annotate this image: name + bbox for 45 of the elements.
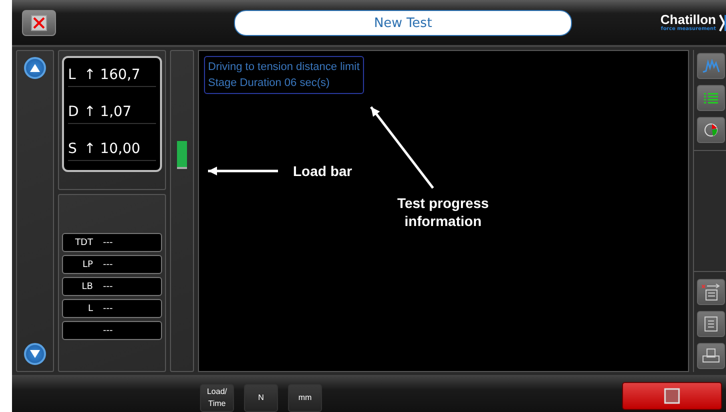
scroll-down-button[interactable] — [24, 343, 46, 365]
result-value: --- — [103, 260, 113, 270]
result-label: TDT — [74, 238, 93, 248]
down-icon — [30, 350, 40, 358]
progress-info-text: Stage Duration 06 sec(s) — [208, 76, 331, 91]
result-label: LP — [82, 260, 93, 270]
list-icon — [703, 91, 719, 105]
export-list-icon — [701, 283, 721, 301]
annotation-text: Load bar — [293, 162, 352, 180]
scroll-up-button[interactable] — [24, 57, 46, 79]
result-value: --- — [103, 304, 113, 314]
stop-icon — [664, 388, 680, 404]
result-value: --- — [103, 326, 113, 336]
left-arrow — [208, 166, 278, 176]
unit-button[interactable]: Load/ Time — [200, 384, 234, 412]
test-title: New Test — [234, 10, 572, 36]
annotation-text: Test progress information — [396, 194, 490, 230]
result-label: LB — [80, 282, 93, 292]
chart-icon — [702, 59, 720, 73]
result-value: --- — [103, 238, 113, 248]
tool-button[interactable] — [697, 85, 725, 111]
pie-chart-icon — [703, 122, 719, 138]
printer-icon — [702, 348, 720, 364]
logo-name: Chatillon — [660, 13, 716, 26]
progress-info-text: Driving to tension distance limit — [208, 60, 360, 75]
tool-button[interactable] — [697, 117, 725, 143]
unit-button[interactable]: mm — [288, 384, 322, 412]
reading-value: ↑ 160,7 — [84, 66, 140, 83]
reading-value: ↑ 1,07 — [84, 104, 132, 120]
close-icon — [31, 14, 47, 30]
result-label: L — [86, 304, 93, 314]
load-bar — [177, 141, 187, 169]
tool-button[interactable] — [697, 343, 725, 369]
close-button[interactable] — [22, 10, 56, 36]
reading-value: ↑ 10,00 — [84, 141, 140, 158]
tool-button[interactable] — [697, 279, 725, 305]
document-icon — [704, 316, 718, 332]
up-icon — [30, 64, 40, 72]
result-value: --- — [103, 282, 113, 292]
reading-label: L — [68, 66, 77, 83]
tool-button[interactable] — [697, 311, 725, 337]
unit-button[interactable]: N — [244, 384, 278, 412]
reading-label: D — [68, 104, 80, 120]
reading-label: S — [68, 141, 78, 158]
stop-button[interactable] — [622, 382, 722, 410]
